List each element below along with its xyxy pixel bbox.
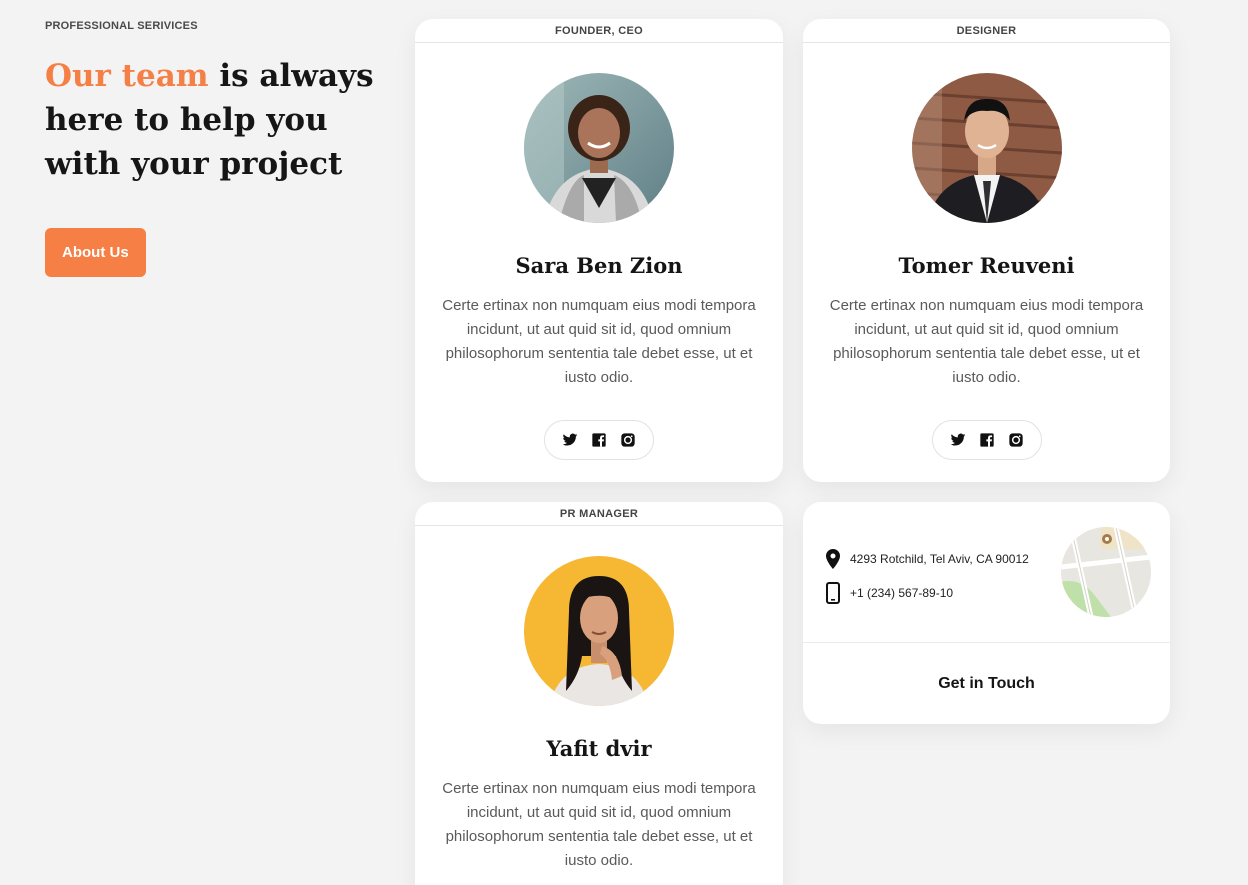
headline-accent: Our team bbox=[45, 58, 209, 94]
avatar bbox=[524, 556, 674, 706]
section-eyebrow: PROFESSIONAL SERIVICES bbox=[45, 20, 198, 32]
member-role: DESIGNER bbox=[803, 19, 1170, 43]
social-links bbox=[544, 420, 654, 460]
member-bio: Certe ertinax non numquam eius modi temp… bbox=[829, 297, 1144, 386]
about-us-button[interactable]: About Us bbox=[45, 228, 146, 277]
member-bio: Certe ertinax non numquam eius modi temp… bbox=[442, 780, 756, 869]
mobile-phone-icon bbox=[823, 582, 843, 604]
address-text: 4293 Rotchild, Tel Aviv, CA 90012 bbox=[850, 552, 1029, 566]
member-bio: Certe ertinax non numquam eius modi temp… bbox=[442, 297, 756, 386]
map-thumbnail[interactable] bbox=[1061, 527, 1151, 617]
address-row: 4293 Rotchild, Tel Aviv, CA 90012 bbox=[823, 542, 1029, 576]
member-name: Yafit dvir bbox=[546, 736, 652, 761]
member-name: Sara Ben Zion bbox=[515, 253, 683, 278]
facebook-icon[interactable] bbox=[979, 432, 995, 448]
contact-info: 4293 Rotchild, Tel Aviv, CA 90012 +1 (23… bbox=[823, 542, 1029, 610]
member-role: FOUNDER, CEO bbox=[415, 19, 783, 43]
member-name: Tomer Reuveni bbox=[898, 253, 1075, 278]
get-in-touch-button[interactable]: Get in Touch bbox=[803, 643, 1170, 724]
twitter-icon[interactable] bbox=[950, 432, 966, 448]
team-section: PROFESSIONAL SERIVICES Our team is alway… bbox=[0, 0, 1248, 885]
team-card-tomer: DESIGNER Tomer Reuveni Certe ertinax non… bbox=[803, 19, 1170, 482]
avatar bbox=[911, 73, 1062, 223]
section-headline: Our team is always here to help you with… bbox=[45, 54, 395, 186]
facebook-icon[interactable] bbox=[591, 432, 607, 448]
member-role: PR MANAGER bbox=[415, 502, 783, 526]
team-card-sara: FOUNDER, CEO Sara Ben Zion Certe ertinax… bbox=[415, 19, 783, 482]
social-links bbox=[931, 420, 1042, 460]
instagram-icon[interactable] bbox=[620, 432, 636, 448]
phone-text[interactable]: +1 (234) 567-89-10 bbox=[850, 586, 953, 600]
intro-column: PROFESSIONAL SERIVICES Our team is alway… bbox=[45, 20, 395, 277]
twitter-icon[interactable] bbox=[562, 432, 578, 448]
avatar bbox=[524, 73, 674, 223]
location-pin-icon bbox=[823, 548, 843, 570]
phone-row: +1 (234) 567-89-10 bbox=[823, 576, 1029, 610]
contact-card: 4293 Rotchild, Tel Aviv, CA 90012 +1 (23… bbox=[803, 502, 1170, 724]
team-card-yafit: PR MANAGER Yafit dvir Certe ertinax non … bbox=[415, 502, 783, 885]
instagram-icon[interactable] bbox=[1008, 432, 1024, 448]
